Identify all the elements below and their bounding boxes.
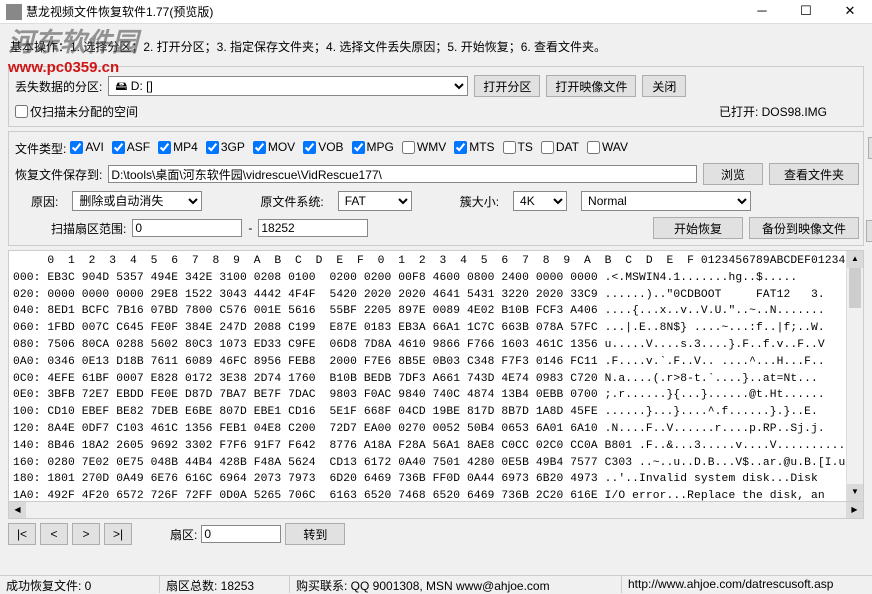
more-functions-button[interactable]: 更多功能>> [866,220,872,242]
view-folder-button[interactable]: 查看文件夹 [769,163,859,185]
partition-label: 丢失数据的分区: [15,78,102,95]
partition-select[interactable]: 🖴 D: [] [108,76,468,96]
last-sector-button[interactable]: >| [104,523,132,545]
next-sector-button[interactable]: > [72,523,100,545]
close-button[interactable]: ✕ [828,0,872,24]
filetype-wmv[interactable]: WMV [402,140,446,154]
range-from-input[interactable] [132,219,242,237]
sector-nav: |< < > >| 扇区: 转到 [8,519,864,549]
watermark-url: www.pc0359.cn [8,59,138,76]
watermark-text: 河东软件园 [8,22,138,59]
filetype-mpg[interactable]: MPG [352,140,394,154]
origfs-select[interactable]: FAT [338,191,412,211]
prev-sector-button[interactable]: < [40,523,68,545]
saveto-label: 恢复文件保存到: [15,166,102,183]
origfs-label: 原文件系统: [260,193,323,210]
options-group: 文件类型: AVI ASF MP4 3GP MOV VOB MPG WMV MTS TS DAT WA… [8,131,864,246]
close-partition-button[interactable]: 关闭 [642,75,686,97]
filetype-mp4[interactable]: MP4 [158,140,198,154]
open-image-button[interactable]: 打开映像文件 [546,75,636,97]
backup-image-button[interactable]: 备份到映像文件 [749,217,859,239]
scroll-down-icon[interactable]: ▼ [847,484,863,501]
horizontal-scrollbar[interactable]: ◀ ▶ [8,502,864,519]
reason-label: 原因: [31,193,58,210]
start-recover-button[interactable]: 开始恢复 [653,217,743,239]
watermark: 河东软件园 www.pc0359.cn [8,22,138,76]
saveto-input[interactable] [108,165,697,183]
mode-select[interactable]: Normal [581,191,751,211]
filetype-ts[interactable]: TS [503,140,533,154]
machine-code-button[interactable]: 机器码 [868,137,872,159]
maximize-button[interactable]: ☐ [784,0,828,24]
scroll-left-icon[interactable]: ◀ [9,502,26,518]
hex-viewer: 0 1 2 3 4 5 6 7 8 9 A B C D E F 0 1 2 3 … [8,250,864,502]
scroll-right-icon[interactable]: ▶ [846,502,863,518]
sector-label: 扇区: [170,526,197,543]
first-sector-button[interactable]: |< [8,523,36,545]
filetype-wav[interactable]: WAV [587,140,628,154]
statusbar: 成功恢复文件: 0 扇区总数: 18253 购买联系: QQ 9001308, … [0,575,872,593]
scroll-up-icon[interactable]: ▲ [847,251,863,268]
filetype-row: 文件类型: AVI ASF MP4 3GP MOV VOB MPG WMV MTS TS DAT WA… [15,140,859,157]
sector-input[interactable] [201,525,281,543]
status-total-sectors: 扇区总数: 18253 [160,576,290,593]
cluster-select[interactable]: 4K [513,191,567,211]
range-to-input[interactable] [258,219,368,237]
app-icon [6,4,22,20]
scan-unalloc-checkbox[interactable]: 仅扫描未分配的空间 [15,103,138,120]
filetype-dat[interactable]: DAT [541,140,579,154]
minimize-button[interactable]: ─ [740,0,784,24]
status-recovered: 成功恢复文件: 0 [0,576,160,593]
status-url: http://www.ahjoe.com/datrescusoft.asp [622,576,872,593]
reason-select[interactable]: 删除或自动消失 [72,191,202,211]
filetype-vob[interactable]: VOB [303,140,343,154]
filetype-3gp[interactable]: 3GP [206,140,245,154]
cluster-label: 簇大小: [460,193,499,210]
open-partition-button[interactable]: 打开分区 [474,75,540,97]
range-label: 扫描扇区范围: [51,220,126,237]
browse-button[interactable]: 浏览 [703,163,763,185]
goto-button[interactable]: 转到 [285,523,345,545]
hex-content[interactable]: 0 1 2 3 4 5 6 7 8 9 A B C D E F 0 1 2 3 … [9,251,846,501]
filetype-mov[interactable]: MOV [253,140,295,154]
window-title: 慧龙视频文件恢复软件1.77(预览版) [26,3,740,20]
filetype-avi[interactable]: AVI [70,140,103,154]
filetype-asf[interactable]: ASF [112,140,150,154]
vertical-scrollbar[interactable]: ▲ ▼ [846,251,863,501]
status-contact: 购买联系: QQ 9001308, MSN www@ahjoe.com [290,576,622,593]
filetype-label: 文件类型: [15,140,66,157]
opened-file: 已打开: DOS98.IMG [719,103,827,120]
filetype-mts[interactable]: MTS [454,140,494,154]
titlebar: 慧龙视频文件恢复软件1.77(预览版) ─ ☐ ✕ [0,0,872,24]
